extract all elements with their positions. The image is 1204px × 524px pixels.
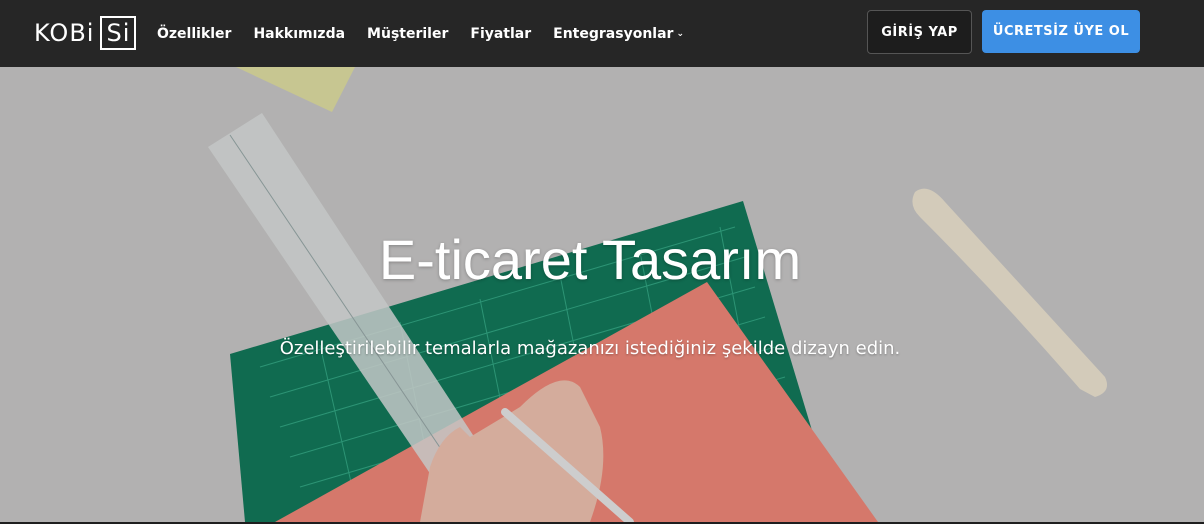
logo-box-text: Si bbox=[100, 16, 137, 50]
hero-subtitle: Özelleştirilebilir temalarla mağazanızı … bbox=[279, 338, 901, 359]
hero-overlay bbox=[0, 67, 1204, 522]
nav-link-about[interactable]: Hakkımızda bbox=[253, 26, 345, 42]
nav-link-customers[interactable]: Müşteriler bbox=[367, 26, 448, 42]
nav-link-integrations[interactable]: Entegrasyonlar ⌄ bbox=[553, 26, 684, 42]
nav-link-features[interactable]: Özellikler bbox=[157, 26, 231, 42]
hero-section: E-ticaret Tasarım Özelleştirilebilir tem… bbox=[0, 67, 1204, 522]
login-button[interactable]: GİRİŞ YAP bbox=[867, 10, 972, 54]
logo-text: KOBi bbox=[34, 19, 95, 47]
main-nav: Özellikler Hakkımızda Müşteriler Fiyatla… bbox=[157, 0, 684, 67]
nav-link-integrations-label: Entegrasyonlar bbox=[553, 25, 674, 42]
top-navbar: KOBi Si Özellikler Hakkımızda Müşteriler … bbox=[0, 0, 1204, 67]
nav-link-pricing[interactable]: Fiyatlar bbox=[470, 26, 531, 42]
hero-title: E-ticaret Tasarım bbox=[378, 228, 802, 291]
signup-button[interactable]: ÜCRETSİZ ÜYE OL bbox=[982, 10, 1140, 53]
kobisi-logo[interactable]: KOBi Si bbox=[34, 15, 137, 51]
chevron-down-icon: ⌄ bbox=[676, 28, 684, 39]
